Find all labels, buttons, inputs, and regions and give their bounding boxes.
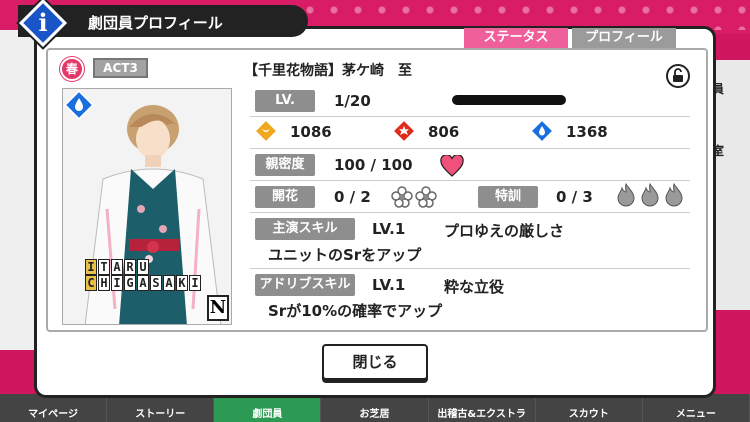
name-plate-letter: C <box>85 275 97 291</box>
bloom-value: 0 / 2 <box>334 188 371 206</box>
adlib-skill-label: アドリブスキル <box>255 274 355 296</box>
stat-value-water: 1368 <box>566 123 608 141</box>
exp-bar <box>452 95 566 105</box>
card-name-plate: ITARU CHIGASAKI <box>85 259 202 291</box>
close-button[interactable]: 閉じる <box>322 344 428 380</box>
name-plate-letter: I <box>111 275 123 291</box>
nav-play[interactable]: お芝居 <box>321 394 429 422</box>
lead-skill-label: 主演スキル <box>255 218 355 240</box>
name-plate-letter: S <box>150 275 162 291</box>
bloom-flower-icons <box>391 186 437 208</box>
modal-title: 劇団員プロフィール <box>88 14 223 32</box>
adlib-skill-description: Srが10%の確率でアップ <box>268 302 443 320</box>
stat-value-action: 806 <box>428 123 460 141</box>
nav-story[interactable]: ストーリー <box>107 394 215 422</box>
adlib-skill-name: 粋な立役 <box>444 278 505 296</box>
divider <box>250 268 690 269</box>
nav-extra[interactable]: 出稽古&エクストラ <box>428 394 536 422</box>
divider <box>250 148 690 149</box>
nav-menu[interactable]: メニュー <box>642 394 750 422</box>
tab-status[interactable]: ステータス <box>464 28 568 48</box>
lock-icon[interactable] <box>666 64 690 88</box>
training-flame-icons <box>617 182 683 207</box>
water-drop-icon <box>532 121 552 141</box>
intimacy-value: 100 / 100 <box>334 156 413 174</box>
name-plate-letter: A <box>111 259 123 275</box>
adlib-skill-level: LV.1 <box>372 276 406 294</box>
bloom-label: 開花 <box>255 186 315 208</box>
nav-scout[interactable]: スカウト <box>535 394 643 422</box>
name-plate-letter: H <box>98 275 110 291</box>
name-plate-letter: A <box>163 275 175 291</box>
lead-skill-level: LV.1 <box>372 220 406 238</box>
lead-skill-name: プロゆえの厳しさ <box>444 222 565 240</box>
name-plate-letter: I <box>189 275 201 291</box>
lv-label: LV. <box>255 90 315 112</box>
lv-value: 1/20 <box>334 92 371 110</box>
action-burst-icon <box>394 121 414 141</box>
divider <box>250 180 690 181</box>
heart-icon <box>440 155 464 177</box>
training-value: 0 / 3 <box>556 188 593 206</box>
name-plate-letter: R <box>124 259 136 275</box>
season-badge: 春 <box>60 57 84 81</box>
act-badge: ACT3 <box>93 58 148 78</box>
name-plate-letter: T <box>98 259 110 275</box>
info-icon: i <box>18 0 68 48</box>
intimacy-label: 親密度 <box>255 154 315 176</box>
name-plate-letter: K <box>176 275 188 291</box>
lead-skill-description: ユニットのSrをアップ <box>268 246 422 264</box>
bottom-nav: マイページ ストーリー 劇団員 お芝居 出稽古&エクストラ スカウト メニュー <box>0 394 750 422</box>
name-plate-letter: G <box>124 275 136 291</box>
nav-members[interactable]: 劇団員 <box>214 394 322 422</box>
rarity-badge: N <box>207 295 229 321</box>
nav-mypage[interactable]: マイページ <box>0 394 108 422</box>
divider <box>250 212 690 213</box>
modal-tabs: ステータス プロフィール <box>464 28 676 48</box>
comedy-mask-icon <box>256 121 276 141</box>
name-plate-letter: A <box>137 275 149 291</box>
character-name: 【千里花物語】茅ケ崎 至 <box>244 63 412 79</box>
stat-value-comedy: 1086 <box>290 123 332 141</box>
name-plate-letter: U <box>137 259 149 275</box>
name-plate-letter: I <box>85 259 97 275</box>
training-label: 特訓 <box>478 186 538 208</box>
divider <box>250 116 690 117</box>
character-card[interactable]: ITARU CHIGASAKI N <box>62 88 232 325</box>
tab-profile[interactable]: プロフィール <box>572 28 676 48</box>
